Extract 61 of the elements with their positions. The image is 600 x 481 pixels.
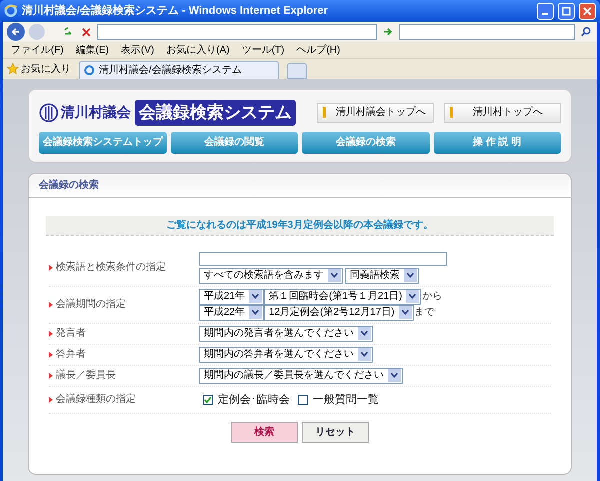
bullet-icon [49, 302, 53, 308]
dropdown[interactable]: 期間内の議長／委員長を選んでください [199, 368, 403, 384]
dropdown[interactable]: 12月定例会(第2号12月17日) [264, 304, 414, 320]
system-title: 会議録検索システム [135, 100, 296, 126]
dropdown[interactable]: 平成21年 [199, 288, 264, 304]
checkbox[interactable] [203, 394, 213, 405]
menu-item[interactable]: お気に入り(A) [166, 42, 230, 58]
menu-item[interactable]: ファイル(F) [11, 42, 64, 58]
field-label: 発言者 [56, 326, 86, 341]
bullet-icon [49, 396, 53, 403]
link-button[interactable]: 清川村トップへ [444, 102, 561, 123]
link-button[interactable]: 清川村議会トップへ [317, 102, 434, 123]
search-field[interactable] [399, 24, 575, 40]
checkbox-label: 一般質問一覧 [313, 392, 379, 408]
menu-item[interactable]: 編集(E) [76, 42, 110, 58]
field-label: 会議期間の指定 [56, 298, 126, 312]
range-text: から [422, 290, 442, 304]
browser-logo-icon [4, 4, 18, 18]
bullet-icon [49, 352, 53, 358]
window-title: 清川村議会/会議録検索システム - Windows Internet Explorer [22, 4, 330, 19]
menu-item[interactable]: 表示(V) [121, 42, 154, 58]
checkbox[interactable] [298, 394, 308, 405]
minimize-icon [542, 13, 548, 15]
browser-tab[interactable]: 清川村議会/会議録検索システム [79, 61, 279, 79]
field-label: 答弁者 [56, 348, 86, 362]
left-arrow-icon [11, 27, 21, 37]
notice-text: ご覧になれるのは平成19年3月定例会以降の本会議録です。 [46, 216, 554, 236]
bullet-icon [49, 330, 53, 336]
bullet-icon [49, 264, 53, 270]
emblem-icon [39, 102, 59, 123]
field-label: 会議録種類の指定 [56, 392, 136, 408]
page-icon [84, 65, 95, 76]
field-label: 検索語と検索条件の指定 [56, 260, 166, 275]
range-text: まで [414, 306, 435, 320]
back-button[interactable] [7, 23, 25, 41]
dropdown[interactable]: 期間内の発言者を選んでください [199, 326, 373, 342]
minimize-button[interactable] [537, 2, 554, 20]
star-icon [7, 63, 19, 75]
checkbox-label: 定例会･臨時会 [218, 392, 290, 408]
menu-item[interactable]: ツール(T) [242, 42, 285, 58]
field-label: 議長／委員長 [56, 368, 116, 383]
close-icon [583, 6, 592, 16]
logo-text: 清川村議会 [61, 103, 131, 122]
menu-item[interactable]: ヘルプ(H) [296, 42, 340, 58]
search-button[interactable]: 検索 [231, 422, 298, 443]
reset-button[interactable]: リセット [302, 422, 369, 443]
dropdown[interactable]: 平成22年 [199, 304, 264, 320]
maximize-button[interactable] [558, 2, 575, 20]
panel-title: 会議録の検索 [39, 178, 99, 192]
keyword-input[interactable] [199, 252, 447, 266]
dropdown[interactable]: すべての検索語を含みます [199, 268, 343, 284]
bullet-icon [49, 372, 53, 378]
close-button[interactable] [579, 2, 596, 20]
dropdown[interactable]: 期間内の答弁者を選んでください [199, 346, 373, 362]
dropdown[interactable]: 第１回臨時会(第1号１月21日) [264, 288, 422, 304]
address-field[interactable] [97, 24, 377, 40]
dropdown[interactable]: 同義語検索 [345, 268, 419, 284]
search-icon[interactable] [579, 25, 593, 39]
favorites-button[interactable]: お気に入り [21, 62, 71, 76]
refresh-icon [63, 27, 73, 37]
maximize-icon [562, 6, 571, 16]
